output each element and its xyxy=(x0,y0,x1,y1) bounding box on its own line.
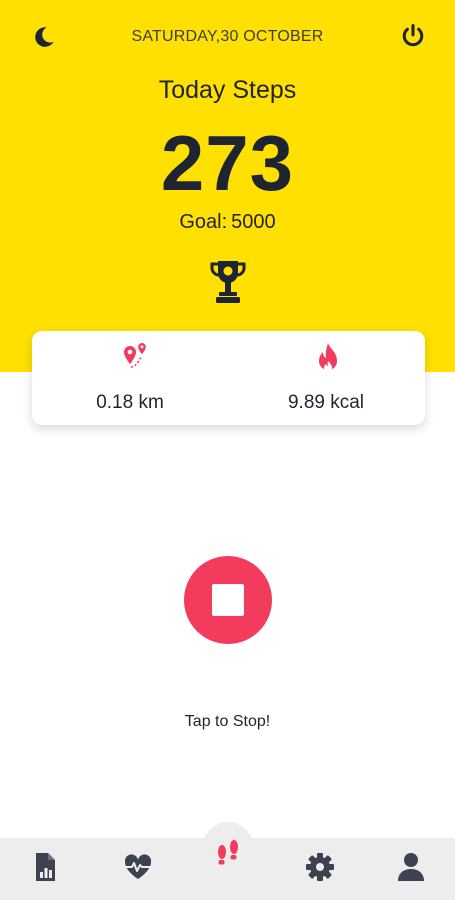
gear-icon[interactable] xyxy=(303,850,337,884)
flame-icon xyxy=(310,341,346,377)
date-label: SATURDAY,30 OCTOBER xyxy=(131,28,324,45)
distance-value: 0.18 km xyxy=(96,392,164,413)
goal-value: 5000 xyxy=(231,211,276,233)
stop-button[interactable] xyxy=(184,556,272,644)
stop-icon xyxy=(212,584,244,616)
goal-text: Goal: 5000 xyxy=(0,211,455,234)
power-icon[interactable] xyxy=(399,22,427,50)
header: SATURDAY,30 OCTOBER Today Steps 273 Goal… xyxy=(0,0,455,372)
calories-stat: 9.89 kcal xyxy=(228,331,424,425)
user-icon[interactable] xyxy=(394,850,428,884)
stats-card: 0.18 km 9.89 kcal xyxy=(32,331,425,425)
calories-value: 9.89 kcal xyxy=(287,392,365,413)
top-bar: SATURDAY,30 OCTOBER xyxy=(0,18,455,54)
goal-label: Goal: xyxy=(179,211,228,233)
trophy-icon xyxy=(209,259,247,305)
tap-to-stop-label: Tap to Stop! xyxy=(184,713,271,730)
map-pin-route-icon xyxy=(114,341,150,377)
distance-stat: 0.18 km xyxy=(32,331,228,425)
page-title: Today Steps xyxy=(158,76,297,104)
footsteps-icon[interactable] xyxy=(214,838,242,872)
report-icon[interactable] xyxy=(28,850,62,884)
steps-count: 273 xyxy=(160,119,295,207)
heartbeat-icon[interactable] xyxy=(121,850,155,884)
